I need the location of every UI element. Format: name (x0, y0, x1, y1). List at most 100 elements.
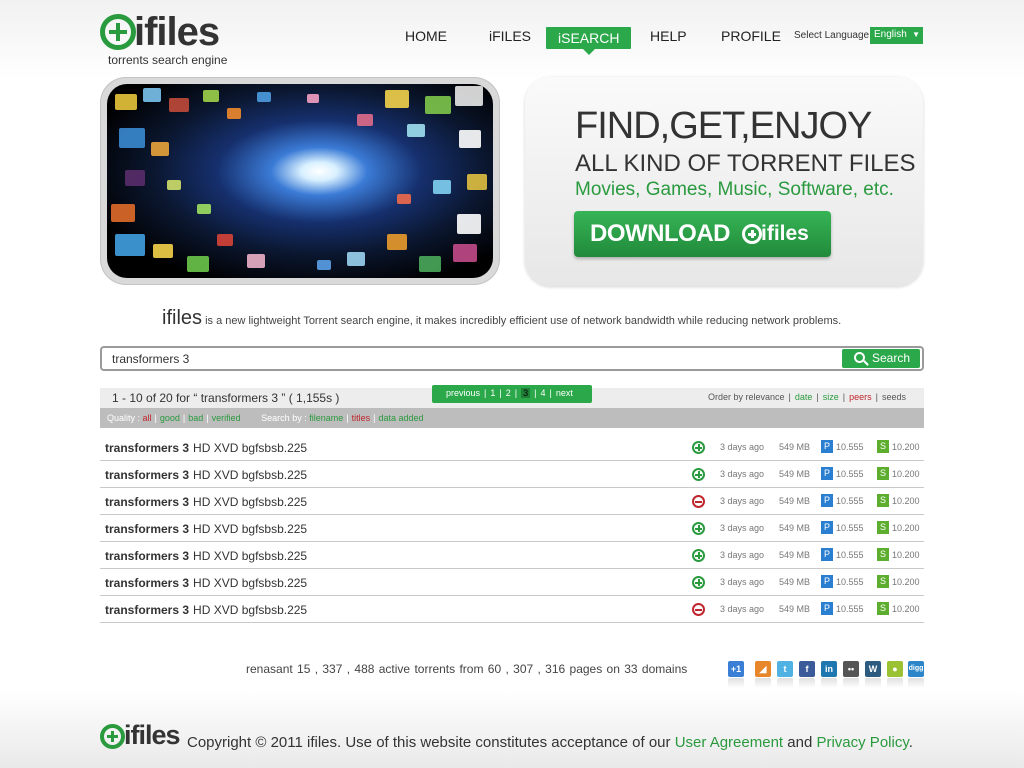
result-seeds: 10.200 (892, 550, 920, 560)
order-by-peers[interactable]: peers (849, 392, 872, 402)
user-agreement-link[interactable]: User Agreement (675, 734, 783, 751)
result-title-detail: HD XVD bgfsbsb.225 (193, 549, 308, 563)
quality-good-icon[interactable] (692, 441, 705, 454)
pager-page-4[interactable]: 4 (540, 388, 545, 398)
result-row: transformers 3 HD XVD bgfsbsb.225 3 days … (100, 515, 924, 542)
quality-bad-icon[interactable] (692, 603, 705, 616)
peers-badge-icon: P (821, 440, 833, 453)
rss-icon[interactable]: ◢ (755, 661, 771, 688)
result-title-detail: HD XVD bgfsbsb.225 (193, 603, 308, 617)
result-title-detail: HD XVD bgfsbsb.225 (193, 495, 308, 509)
quality-good-icon[interactable] (692, 576, 705, 589)
result-title-main: transformers 3 (105, 441, 190, 455)
nav-ifiles[interactable]: iFILES (489, 28, 531, 44)
peers-badge-icon: P (821, 548, 833, 561)
flickr-icon[interactable]: •• (843, 661, 859, 688)
quality-bad[interactable]: bad (188, 413, 203, 423)
language-value: English (874, 29, 907, 40)
quality-bad-icon[interactable] (692, 495, 705, 508)
filter-bar: Quality : all | good | bad | verified Search b… (100, 408, 924, 428)
result-title-main: transformers 3 (105, 549, 190, 563)
result-title-link[interactable]: transformers 3 HD XVD bgfsbsb.225 (105, 522, 307, 536)
seeds-badge-icon: S (877, 575, 889, 588)
nav-help[interactable]: HELP (650, 28, 687, 44)
footer-logo[interactable]: ifiles (100, 720, 190, 752)
quality-all[interactable]: all (143, 413, 152, 423)
result-title-link[interactable]: transformers 3 HD XVD bgfsbsb.225 (105, 441, 307, 455)
peers-badge-icon: P (821, 602, 833, 615)
linkedin-icon[interactable]: in (821, 661, 837, 688)
caret-down-icon: ▼ (912, 30, 920, 39)
privacy-policy-link[interactable]: Privacy Policy (816, 734, 908, 751)
pager-page-3-current[interactable]: 3 (521, 388, 531, 398)
result-title-link[interactable]: transformers 3 HD XVD bgfsbsb.225 (105, 549, 307, 563)
result-peers: 10.555 (836, 577, 864, 587)
seeds-badge-icon: S (877, 548, 889, 561)
search-button[interactable]: Search (842, 349, 920, 368)
download-ifiles-button[interactable]: DOWNLOAD ifiles (574, 211, 831, 257)
pager-page-1[interactable]: 1 (490, 388, 495, 398)
result-title-link[interactable]: transformers 3 HD XVD bgfsbsb.225 (105, 495, 307, 509)
result-size: 549 MB (779, 523, 811, 533)
search-by-data-added[interactable]: data added (378, 413, 423, 423)
search-bar: Search (100, 346, 924, 371)
search-by-label: Search by : (261, 413, 307, 423)
description-text: is a new lightweight Torrent search engi… (202, 315, 842, 327)
pager-previous[interactable]: previous (446, 388, 480, 398)
result-title-main: transformers 3 (105, 603, 190, 617)
order-by-size[interactable]: size (823, 392, 839, 402)
result-age: 3 days ago (720, 577, 765, 587)
digg-icon[interactable]: digg (908, 661, 924, 688)
quality-good-icon[interactable] (692, 522, 705, 535)
result-title-link[interactable]: transformers 3 HD XVD bgfsbsb.225 (105, 468, 307, 482)
result-title-link[interactable]: transformers 3 HD XVD bgfsbsb.225 (105, 603, 307, 617)
promo-categories: Movies, Games, Music, Software, etc. (575, 179, 894, 200)
result-age: 3 days ago (720, 550, 765, 560)
language-select[interactable]: English ▼ (870, 27, 923, 44)
pagination: previous | 1 | 2 | 3 | 4 | next (432, 385, 592, 403)
result-seeds: 10.200 (892, 469, 920, 479)
quality-good[interactable]: good (160, 413, 180, 423)
description-brand: ifiles (162, 307, 203, 329)
chat-icon[interactable]: ● (887, 661, 903, 688)
quality-good-icon[interactable] (692, 549, 705, 562)
result-seeds: 10.200 (892, 442, 920, 452)
result-row: transformers 3 HD XVD bgfsbsb.225 3 days … (100, 569, 924, 596)
result-row: transformers 3 HD XVD bgfsbsb.225 3 days … (100, 434, 924, 461)
result-title-main: transformers 3 (105, 468, 190, 482)
order-by-date[interactable]: date (795, 392, 813, 402)
nav-home[interactable]: HOME (405, 28, 447, 44)
quality-good-icon[interactable] (692, 468, 705, 481)
language-label: Select Language (794, 30, 870, 41)
result-size: 549 MB (779, 469, 811, 479)
pager-page-2[interactable]: 2 (506, 388, 511, 398)
result-title-detail: HD XVD bgfsbsb.225 (193, 522, 308, 536)
result-title-main: transformers 3 (105, 576, 190, 590)
search-by-titles[interactable]: titles (352, 413, 371, 423)
search-by-filename[interactable]: filename (309, 413, 343, 423)
result-age: 3 days ago (720, 469, 765, 479)
twitter-icon[interactable]: t (777, 661, 793, 688)
nav-isearch[interactable]: iSEARCH (546, 27, 632, 55)
order-by-relevance[interactable]: Order by relevance (708, 392, 785, 402)
result-age: 3 days ago (720, 496, 765, 506)
result-title-main: transformers 3 (105, 522, 190, 536)
result-size: 549 MB (779, 550, 811, 560)
result-peers: 10.555 (836, 469, 864, 479)
seeds-badge-icon: S (877, 467, 889, 480)
facebook-icon[interactable]: f (799, 661, 815, 688)
ifiles-plus-icon (742, 224, 762, 244)
order-by-seeds[interactable]: seeds (882, 392, 906, 402)
pager-next[interactable]: next (556, 388, 573, 398)
site-logo[interactable]: ifiles torrents search engine (100, 10, 240, 68)
result-title-link[interactable]: transformers 3 HD XVD bgfsbsb.225 (105, 576, 307, 590)
result-row: transformers 3 HD XVD bgfsbsb.225 3 days … (100, 461, 924, 488)
search-input[interactable] (112, 350, 832, 368)
quality-verified[interactable]: verified (212, 413, 241, 423)
result-title-detail: HD XVD bgfsbsb.225 (193, 441, 308, 455)
google-plus-one-icon[interactable]: +1 (728, 661, 744, 688)
footer-logo-wordmark: ifiles (124, 720, 181, 750)
nav-profile[interactable]: PROFILE (721, 28, 781, 44)
result-size: 549 MB (779, 496, 811, 506)
wordpress-icon[interactable]: W (865, 661, 881, 688)
